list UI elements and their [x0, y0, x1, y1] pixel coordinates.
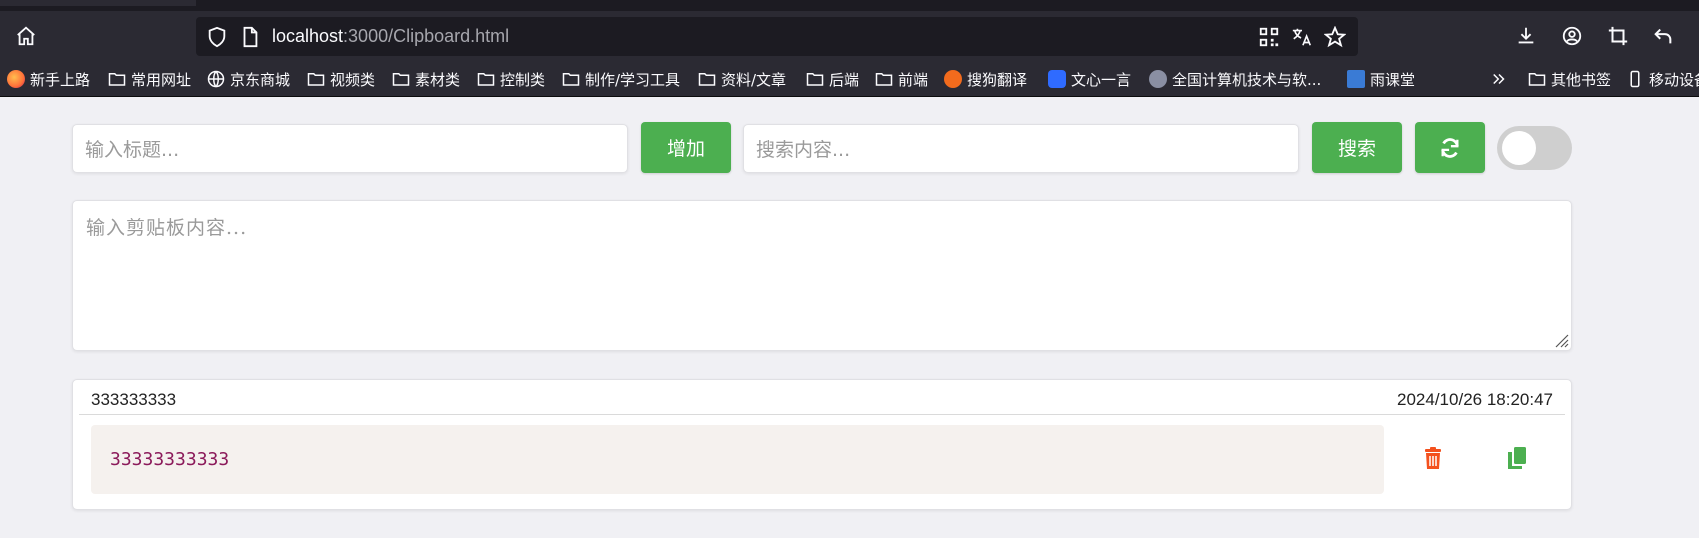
add-button-label: 增加 — [666, 138, 705, 160]
other-bookmarks[interactable]: 其他书签 — [1528, 68, 1611, 90]
refresh-button[interactable] — [1415, 122, 1485, 173]
bookmark-label: 后端 — [829, 70, 860, 89]
trash-icon — [1425, 447, 1441, 469]
entry-title: 333333333 — [91, 390, 177, 409]
content-textarea[interactable]: 输入剪贴板内容... — [72, 200, 1572, 351]
qrcode-icon[interactable] — [1257, 25, 1281, 49]
yuketang-icon — [1347, 70, 1365, 88]
folder-icon — [108, 73, 126, 86]
bookmark-label: 全国计算机技术与软... — [1172, 70, 1322, 89]
delete-button[interactable] — [1418, 443, 1448, 473]
home-icon[interactable] — [14, 24, 38, 48]
bookmark-item[interactable]: 搜狗翻译 — [944, 68, 1027, 90]
search-button[interactable]: 搜索 — [1312, 122, 1402, 173]
bookmark-label: 控制类 — [500, 70, 546, 89]
bookmark-label: 京东商城 — [230, 70, 291, 89]
bookmark-item[interactable]: 全国计算机技术与软... — [1149, 68, 1321, 90]
search-input[interactable]: 搜索内容... — [743, 124, 1299, 173]
bookmark-item[interactable]: 后端 — [806, 68, 859, 90]
mobile-bookmarks[interactable]: 移动设备 — [1626, 68, 1699, 90]
content-textarea-placeholder: 输入剪贴板内容... — [86, 217, 248, 239]
bookmark-item[interactable]: 素材类 — [392, 68, 460, 90]
bookmarks-toolbar: 新手上路 常用网址 京东商城 视频类 素材类 控制类 制作/学习工具 资料/文章… — [0, 62, 1699, 97]
bookmark-item[interactable]: 文心一言 — [1048, 68, 1131, 90]
folder-icon — [875, 73, 893, 86]
folder-icon — [307, 73, 325, 86]
refresh-icon — [1441, 137, 1459, 158]
bookmark-label: 制作/学习工具 — [585, 70, 681, 89]
folder-icon — [562, 73, 580, 86]
folder-icon — [698, 73, 716, 86]
phone-icon — [1630, 70, 1640, 88]
folder-icon — [477, 73, 495, 86]
entry-content-text: 33333333333 — [110, 449, 230, 470]
crop-icon[interactable] — [1606, 24, 1630, 48]
title-input-placeholder: 输入标题... — [85, 139, 180, 161]
download-icon[interactable] — [1514, 24, 1538, 48]
sogou-icon — [944, 70, 962, 88]
bookmark-item[interactable]: 常用网址 — [108, 68, 191, 90]
bookmark-label: 视频类 — [330, 70, 376, 89]
bookmark-item[interactable]: 京东商城 — [207, 68, 290, 90]
bookmark-label: 文心一言 — [1071, 70, 1132, 89]
bookmark-item[interactable]: 制作/学习工具 — [562, 68, 680, 90]
bookmark-label: 常用网址 — [131, 70, 192, 89]
url-text[interactable]: localhost:3000/Clipboard.html — [272, 26, 509, 47]
firefox-icon — [7, 70, 25, 88]
account-icon[interactable] — [1560, 24, 1584, 48]
bookmark-label: 资料/文章 — [721, 70, 787, 89]
copy-button[interactable] — [1502, 443, 1532, 473]
bookmark-label: 素材类 — [415, 70, 461, 89]
star-icon[interactable] — [1323, 25, 1347, 49]
undo-icon[interactable] — [1651, 24, 1675, 48]
tab-strip — [0, 0, 1699, 11]
entry-header: 333333333 2024/10/26 18:20:47 — [79, 380, 1565, 415]
folder-icon — [392, 73, 410, 86]
globe-icon — [207, 70, 225, 88]
title-input[interactable]: 输入标题... — [72, 124, 628, 173]
folder-icon — [1528, 73, 1546, 86]
folder-icon — [806, 73, 824, 86]
bookmark-label: 前端 — [898, 70, 929, 89]
toggle-switch[interactable] — [1497, 126, 1572, 170]
ruankao-icon — [1149, 70, 1167, 88]
active-tab[interactable] — [0, 0, 196, 6]
entry-content: 33333333333 — [91, 425, 1384, 494]
page-icon[interactable] — [238, 25, 262, 49]
bookmark-label: 其他书签 — [1551, 70, 1612, 89]
bookmark-item[interactable]: 控制类 — [477, 68, 545, 90]
wenxin-icon — [1048, 70, 1066, 88]
bookmark-label: 雨课堂 — [1370, 70, 1416, 89]
copy-icon — [1508, 447, 1526, 469]
search-button-label: 搜索 — [1337, 138, 1376, 160]
entry-timestamp: 2024/10/26 18:20:47 — [1397, 390, 1553, 409]
translate-icon[interactable] — [1290, 25, 1314, 49]
bookmark-item[interactable]: 雨课堂 — [1347, 68, 1415, 90]
clipboard-entry: 333333333 2024/10/26 18:20:47 3333333333… — [72, 379, 1572, 510]
browser-toolbar: localhost:3000/Clipboard.html — [0, 11, 1699, 62]
add-button[interactable]: 增加 — [641, 122, 731, 173]
more-bookmarks-chevron-icon[interactable] — [1490, 68, 1508, 90]
bookmark-item[interactable]: 资料/文章 — [698, 68, 786, 90]
shield-icon[interactable] — [205, 25, 229, 49]
search-input-placeholder: 搜索内容... — [756, 139, 851, 161]
bookmark-item[interactable]: 前端 — [875, 68, 928, 90]
toggle-knob — [1502, 131, 1536, 165]
bookmark-item[interactable]: 新手上路 — [7, 68, 90, 90]
resize-grip-icon[interactable] — [1553, 332, 1569, 348]
url-bar[interactable]: localhost:3000/Clipboard.html — [196, 17, 1358, 56]
bookmark-label: 新手上路 — [30, 70, 91, 89]
bookmark-label: 移动设备 — [1649, 70, 1699, 89]
bookmark-item[interactable]: 视频类 — [307, 68, 375, 90]
bookmark-label: 搜狗翻译 — [967, 70, 1028, 89]
